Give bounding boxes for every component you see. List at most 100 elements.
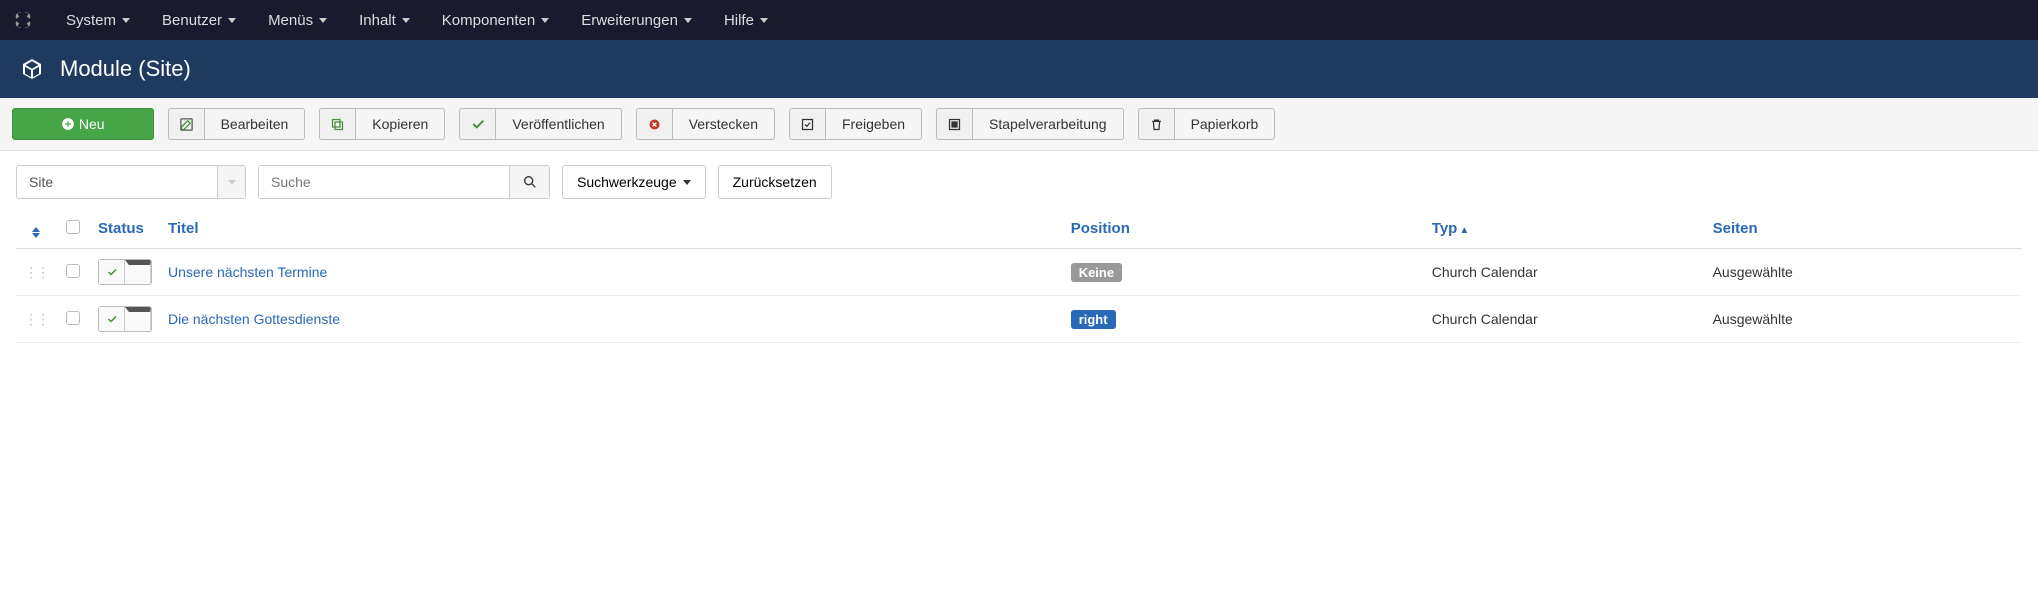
position-badge: right	[1071, 310, 1116, 329]
nav-users[interactable]: Benutzer	[148, 4, 250, 37]
caret-down-icon	[684, 18, 692, 23]
button-label: Bearbeiten	[221, 116, 289, 132]
button-label: Verstecken	[689, 116, 758, 132]
client-select[interactable]: Site	[16, 165, 246, 199]
nav-label: Menüs	[268, 12, 313, 29]
trash-icon[interactable]	[1138, 108, 1174, 140]
nav-label: System	[66, 12, 116, 29]
module-type: Church Calendar	[1424, 296, 1705, 343]
toolbar: Neu Bearbeiten Kopieren Veröffentlichen …	[0, 98, 2038, 151]
edit-button[interactable]: Bearbeiten	[204, 108, 306, 140]
nav-components[interactable]: Komponenten	[428, 4, 563, 37]
row-checkbox[interactable]	[66, 264, 80, 278]
nav-menus[interactable]: Menüs	[254, 4, 341, 37]
drag-handle-icon[interactable]: ⋮⋮	[24, 264, 48, 280]
top-navigation: System Benutzer Menüs Inhalt Komponenten…	[0, 0, 2038, 40]
caret-down-icon	[683, 180, 691, 185]
checkbox-icon[interactable]	[789, 108, 825, 140]
module-title-link[interactable]: Unsere nächsten Termine	[168, 264, 327, 280]
column-position[interactable]: Position	[1063, 209, 1424, 249]
module-table: Status Titel Position Typ▲ Seiten ⋮⋮ Unse…	[0, 199, 2038, 343]
plus-circle-icon	[61, 117, 75, 131]
copy-button[interactable]: Kopieren	[355, 108, 445, 140]
drag-handle-icon[interactable]: ⋮⋮	[24, 311, 48, 327]
x-circle-icon[interactable]	[636, 108, 672, 140]
column-type[interactable]: Typ▲	[1424, 209, 1705, 249]
column-label: Position	[1071, 220, 1130, 237]
button-label: Stapelverarbeitung	[989, 116, 1107, 132]
nav-label: Erweiterungen	[581, 12, 678, 29]
caret-down-icon	[122, 18, 130, 23]
hide-button[interactable]: Verstecken	[672, 108, 775, 140]
trash-button[interactable]: Papierkorb	[1174, 108, 1276, 140]
column-label: Titel	[168, 220, 199, 237]
caret-down-icon	[760, 18, 768, 23]
module-pages: Ausgewählte	[1705, 249, 2022, 296]
search-group	[258, 165, 550, 199]
column-label: Seiten	[1713, 220, 1758, 237]
published-icon[interactable]	[99, 307, 125, 331]
nav-label: Benutzer	[162, 12, 222, 29]
copy-icon[interactable]	[319, 108, 355, 140]
check-icon[interactable]	[459, 108, 495, 140]
checkin-button-group: Freigeben	[789, 108, 922, 140]
select-value: Site	[17, 166, 217, 198]
edit-icon[interactable]	[168, 108, 204, 140]
sort-asc-icon: ▲	[1459, 225, 1469, 236]
nav-label: Inhalt	[359, 12, 396, 29]
column-pages[interactable]: Seiten	[1705, 209, 2022, 249]
module-title-link[interactable]: Die nächsten Gottesdienste	[168, 311, 340, 327]
row-checkbox[interactable]	[66, 311, 80, 325]
dropdown-toggle[interactable]	[125, 307, 151, 331]
status-toggle[interactable]	[98, 259, 152, 285]
button-label: Kopieren	[372, 116, 428, 132]
search-tools-button[interactable]: Suchwerkzeuge	[562, 165, 706, 199]
nav-system[interactable]: System	[52, 4, 144, 37]
hide-button-group: Verstecken	[636, 108, 775, 140]
column-order[interactable]	[16, 209, 56, 249]
publish-button[interactable]: Veröffentlichen	[495, 108, 621, 140]
sort-icon	[32, 227, 40, 238]
search-button[interactable]	[509, 166, 549, 198]
status-toggle[interactable]	[98, 306, 152, 332]
table-row: ⋮⋮ Die nächsten Gottesdienste right Church …	[16, 296, 2022, 343]
caret-down-icon	[319, 18, 327, 23]
clear-button[interactable]: Zurücksetzen	[718, 165, 832, 199]
button-label: Suchwerkzeuge	[577, 174, 677, 190]
nav-content[interactable]: Inhalt	[345, 4, 424, 37]
column-checkall[interactable]	[56, 209, 90, 249]
caret-down-icon	[125, 260, 151, 284]
nav-label: Komponenten	[442, 12, 535, 29]
select-toggle[interactable]	[217, 166, 245, 198]
publish-button-group: Veröffentlichen	[459, 108, 621, 140]
filter-bar: Site Suchwerkzeuge Zurücksetzen	[0, 151, 2038, 199]
button-label: Neu	[79, 116, 105, 132]
nav-extensions[interactable]: Erweiterungen	[567, 4, 706, 37]
nav-help[interactable]: Hilfe	[710, 4, 782, 37]
caret-down-icon	[541, 18, 549, 23]
batch-button-group: Stapelverarbeitung	[936, 108, 1124, 140]
caret-down-icon	[228, 180, 236, 185]
checkbox-all[interactable]	[66, 220, 80, 234]
column-status[interactable]: Status	[90, 209, 160, 249]
caret-down-icon	[125, 307, 151, 331]
new-button[interactable]: Neu	[12, 108, 154, 140]
search-input[interactable]	[259, 166, 509, 198]
module-type: Church Calendar	[1424, 249, 1705, 296]
module-pages: Ausgewählte	[1705, 296, 2022, 343]
column-label: Typ	[1432, 220, 1458, 237]
page-header: Module (Site)	[0, 40, 2038, 98]
joomla-logo-icon[interactable]	[10, 7, 36, 33]
trash-button-group: Papierkorb	[1138, 108, 1276, 140]
dropdown-toggle[interactable]	[125, 260, 151, 284]
page-title: Module (Site)	[60, 56, 191, 82]
published-icon[interactable]	[99, 260, 125, 284]
caret-down-icon	[402, 18, 410, 23]
copy-button-group: Kopieren	[319, 108, 445, 140]
nav-label: Hilfe	[724, 12, 754, 29]
checkin-button[interactable]: Freigeben	[825, 108, 922, 140]
square-icon[interactable]	[936, 108, 972, 140]
batch-button[interactable]: Stapelverarbeitung	[972, 108, 1124, 140]
button-label: Freigeben	[842, 116, 905, 132]
column-title[interactable]: Titel	[160, 209, 1063, 249]
